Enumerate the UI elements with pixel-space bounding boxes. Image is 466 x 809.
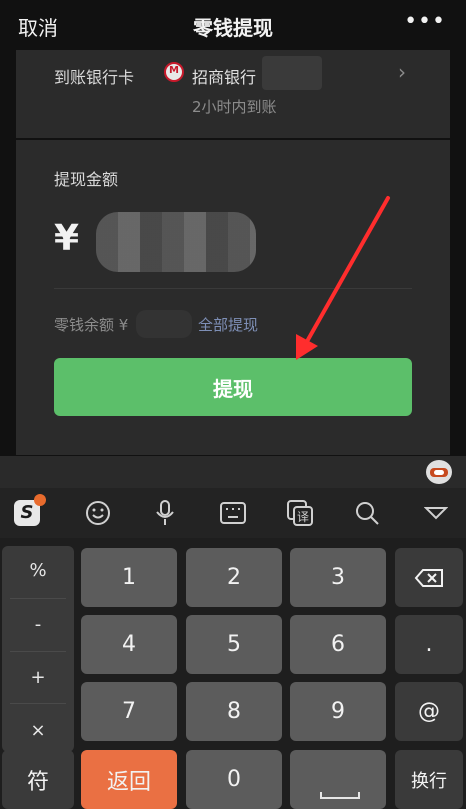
currency-symbol: ¥ [54,218,80,259]
key-7[interactable]: 7 [81,682,177,741]
microphone-icon[interactable] [139,488,191,538]
symbols-key[interactable]: 符 [2,750,74,809]
divider [54,288,412,289]
key-multiply[interactable]: × [2,706,74,756]
withdraw-amount-panel: 提现金额 ¥ 零钱余额 ¥ 全部提现 提现 [16,140,450,455]
divider [10,651,66,652]
backspace-key[interactable] [395,548,463,607]
key-1[interactable]: 1 [81,548,177,607]
mascot-icon[interactable] [426,460,452,484]
space-icon [320,792,360,799]
space-key[interactable] [290,750,386,809]
backspace-icon [414,568,443,587]
search-icon[interactable] [341,488,393,538]
chevron-right-icon[interactable]: › [398,60,406,84]
balance-label: 零钱余额 ¥ [54,316,129,334]
withdraw-button[interactable]: 提现 [54,358,412,416]
key-9[interactable]: 9 [290,682,386,741]
key-6[interactable]: 6 [290,615,386,674]
svg-text:译: 译 [297,510,309,524]
divider [10,703,66,704]
bank-card-label: 到账银行卡 [54,68,135,87]
hide-keyboard-icon[interactable] [410,488,462,538]
key-0[interactable]: 0 [186,750,282,809]
amount-input[interactable] [96,212,256,272]
divider [10,598,66,599]
cmb-bank-logo-icon [164,62,184,82]
key-4[interactable]: 4 [81,615,177,674]
keyboard-candidate-bar [0,456,466,488]
bank-name: 招商银行 [192,68,257,87]
newline-key[interactable]: 换行 [395,750,463,809]
key-minus[interactable]: - [2,600,74,650]
emoji-icon[interactable] [72,488,124,538]
key-at[interactable]: @ [395,682,463,741]
translate-icon[interactable]: 译 [274,488,326,538]
page-title: 零钱提现 [193,16,273,40]
arrival-time-text: 2小时内到账 [192,98,277,116]
numeric-keyboard: % - + × 1 2 3 4 5 6 . 7 8 9 @ 符 返回 0 换行 [0,538,466,809]
key-percent[interactable]: % [2,546,74,596]
keyboard-toolbar: S 译 [0,488,466,538]
more-options-icon[interactable]: ••• [404,11,446,33]
amount-label: 提现金额 [54,170,119,189]
top-bar: 取消 零钱提现 ••• [0,0,466,50]
withdraw-all-link[interactable]: 全部提现 [198,314,258,335]
key-5[interactable]: 5 [186,615,282,674]
keyboard-icon[interactable] [207,488,259,538]
key-dot[interactable]: . [395,615,463,674]
redacted-card-number [262,56,322,90]
notification-dot [34,494,46,506]
key-2[interactable]: 2 [186,548,282,607]
key-plus[interactable]: + [2,653,74,703]
bank-card-selector[interactable]: 到账银行卡 招商银行 › 2小时内到账 [16,50,450,138]
back-key[interactable]: 返回 [81,750,177,809]
key-8[interactable]: 8 [186,682,282,741]
redacted-balance [136,310,192,338]
symbol-column: % - + × [2,546,74,752]
key-3[interactable]: 3 [290,548,386,607]
